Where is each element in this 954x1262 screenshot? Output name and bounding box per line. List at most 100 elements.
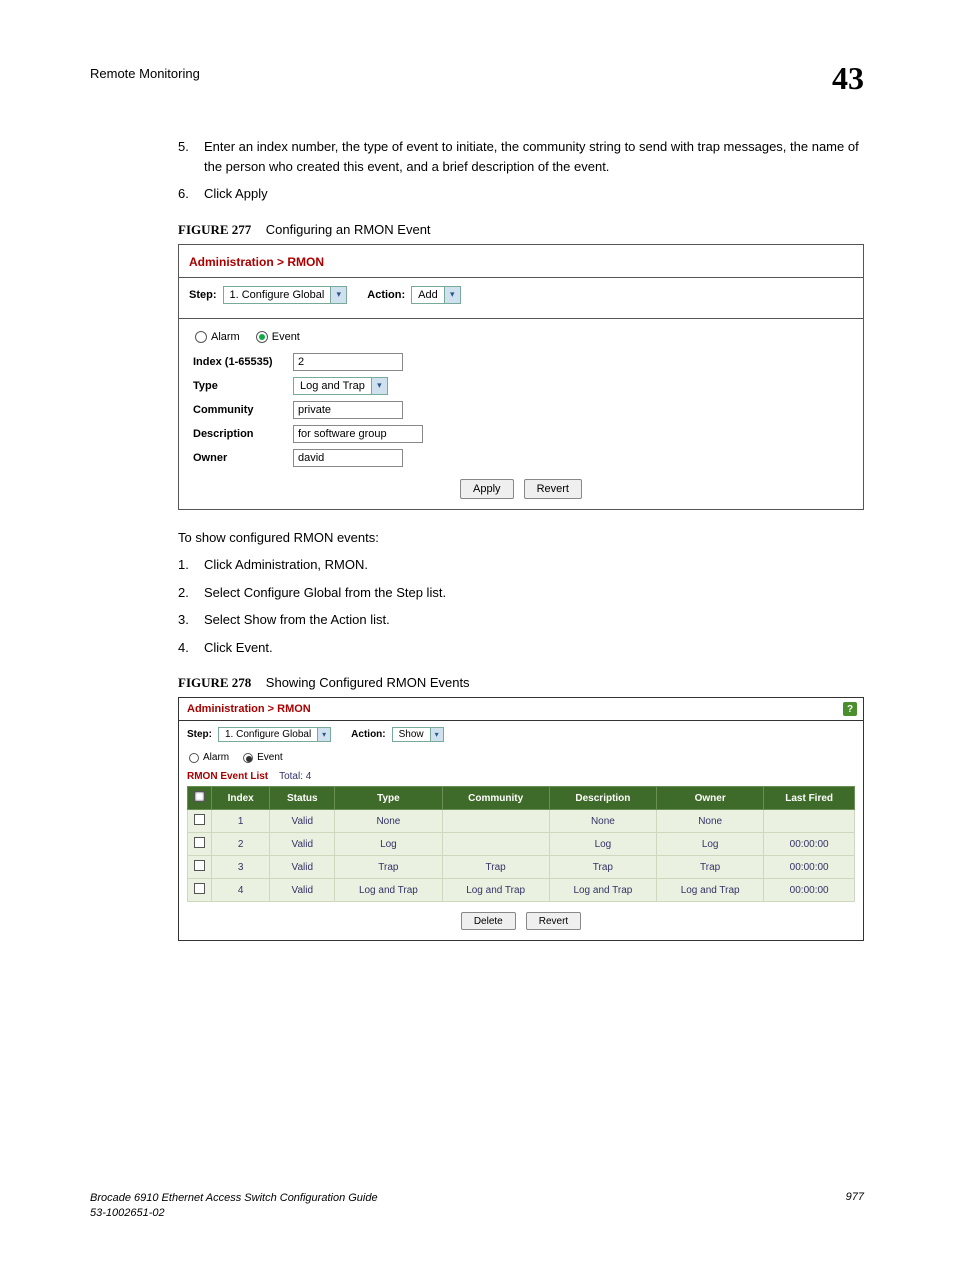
step-select[interactable]: 1. Configure Global ▾ [223,286,348,304]
row-checkbox-cell[interactable] [188,810,212,833]
checkbox-icon [194,860,205,871]
step-label: Step: [187,729,212,740]
button-row: Apply Revert [189,479,853,499]
delete-button[interactable]: Delete [461,912,516,930]
row-checkbox-cell[interactable] [188,879,212,902]
cell-community [442,833,549,856]
row-checkbox-cell[interactable] [188,833,212,856]
instruction-list-top: 5. Enter an index number, the type of ev… [178,137,864,204]
breadcrumb: Administration > RMON [189,255,853,269]
cell-owner: None [657,810,764,833]
step-select[interactable]: 1. Configure Global ▾ [218,727,331,742]
page-header: Remote Monitoring 43 [90,60,864,97]
help-icon[interactable]: ? [843,702,857,716]
cell-community: Trap [442,856,549,879]
list-item: 5. Enter an index number, the type of ev… [178,137,864,176]
page-footer: Brocade 6910 Ethernet Access Switch Conf… [90,1191,864,1222]
rmon-show-panel: Administration > RMON ? Step: 1. Configu… [178,697,864,941]
chevron-down-icon: ▾ [371,378,387,394]
cell-index: 1 [212,810,270,833]
rmon-configure-panel: Administration > RMON Step: 1. Configure… [178,244,864,510]
chevron-down-icon: ▾ [317,728,330,741]
radio-event[interactable]: Event [243,752,283,763]
figure-caption-278: FIGURE 278 Showing Configured RMON Event… [178,675,864,691]
cell-type: Trap [335,856,442,879]
owner-input[interactable]: david [293,449,403,467]
col-description: Description [549,787,656,810]
chevron-down-icon: ▾ [330,287,346,303]
cell-status: Valid [270,810,335,833]
list-item: 3. Select Show from the Action list. [178,610,864,630]
cell-type: Log [335,833,442,856]
select-all-header[interactable] [188,787,212,810]
col-status: Status [270,787,335,810]
paragraph: To show configured RMON events: [178,528,864,548]
col-owner: Owner [657,787,764,810]
revert-button[interactable]: Revert [524,479,582,499]
index-label: Index (1-65535) [193,356,293,368]
cell-last-fired: 00:00:00 [764,833,855,856]
radio-icon [195,331,207,343]
form-fields: Index (1-65535) 2 Type Log and Trap ▾ Co… [193,353,853,467]
checkbox-icon [194,814,205,825]
list-item: 1. Click Administration, RMON. [178,555,864,575]
button-row: Delete Revert [187,912,855,930]
cell-status: Valid [270,856,335,879]
cell-community: Log and Trap [442,879,549,902]
radio-alarm[interactable]: Alarm [195,331,240,343]
cell-description: Log and Trap [549,879,656,902]
owner-label: Owner [193,452,293,464]
revert-button[interactable]: Revert [526,912,581,930]
header-section-title: Remote Monitoring [90,60,200,81]
table-row: 4ValidLog and TrapLog and TrapLog and Tr… [188,879,855,902]
list-title: RMON Event List Total: 4 [187,771,855,782]
cell-owner: Trap [657,856,764,879]
step-action-row: Step: 1. Configure Global ▾ Action: Show… [187,727,855,742]
cell-last-fired: 00:00:00 [764,856,855,879]
chevron-down-icon: ▾ [430,728,443,741]
cell-type: Log and Trap [335,879,442,902]
radio-event[interactable]: Event [256,331,300,343]
footer-left: Brocade 6910 Ethernet Access Switch Conf… [90,1191,378,1222]
list-item: 2. Select Configure Global from the Step… [178,583,864,603]
chapter-number: 43 [832,60,864,97]
type-select[interactable]: Log and Trap ▾ [293,377,388,395]
breadcrumb: Administration > RMON [187,703,311,715]
apply-button[interactable]: Apply [460,479,514,499]
checkbox-icon [194,791,205,802]
index-input[interactable]: 2 [293,353,403,371]
radio-icon [256,331,268,343]
type-label: Type [193,380,293,392]
action-select[interactable]: Show ▾ [392,727,444,742]
checkbox-icon [194,837,205,848]
cell-owner: Log [657,833,764,856]
main-content: 5. Enter an index number, the type of ev… [178,137,864,941]
row-checkbox-cell[interactable] [188,856,212,879]
checkbox-icon [194,883,205,894]
cell-index: 3 [212,856,270,879]
list-item: 4. Click Event. [178,638,864,658]
col-index: Index [212,787,270,810]
cell-status: Valid [270,879,335,902]
radio-icon [243,753,253,763]
step-action-row: Step: 1. Configure Global ▾ Action: Add … [189,286,853,304]
col-last-fired: Last Fired [764,787,855,810]
step-label: Step: [189,289,217,301]
action-select[interactable]: Add ▾ [411,286,461,304]
cell-description: Log [549,833,656,856]
cell-index: 2 [212,833,270,856]
description-input[interactable]: for software group [293,425,423,443]
event-table: Index Status Type Community Description … [187,786,855,902]
table-row: 1ValidNoneNoneNone [188,810,855,833]
table-row: 3ValidTrapTrapTrapTrap00:00:00 [188,856,855,879]
col-type: Type [335,787,442,810]
community-label: Community [193,404,293,416]
instruction-list-mid: 1. Click Administration, RMON. 2. Select… [178,555,864,657]
community-input[interactable]: private [293,401,403,419]
action-label: Action: [367,289,405,301]
cell-owner: Log and Trap [657,879,764,902]
cell-description: None [549,810,656,833]
list-item: 6. Click Apply [178,184,864,204]
cell-index: 4 [212,879,270,902]
radio-alarm[interactable]: Alarm [189,752,229,763]
